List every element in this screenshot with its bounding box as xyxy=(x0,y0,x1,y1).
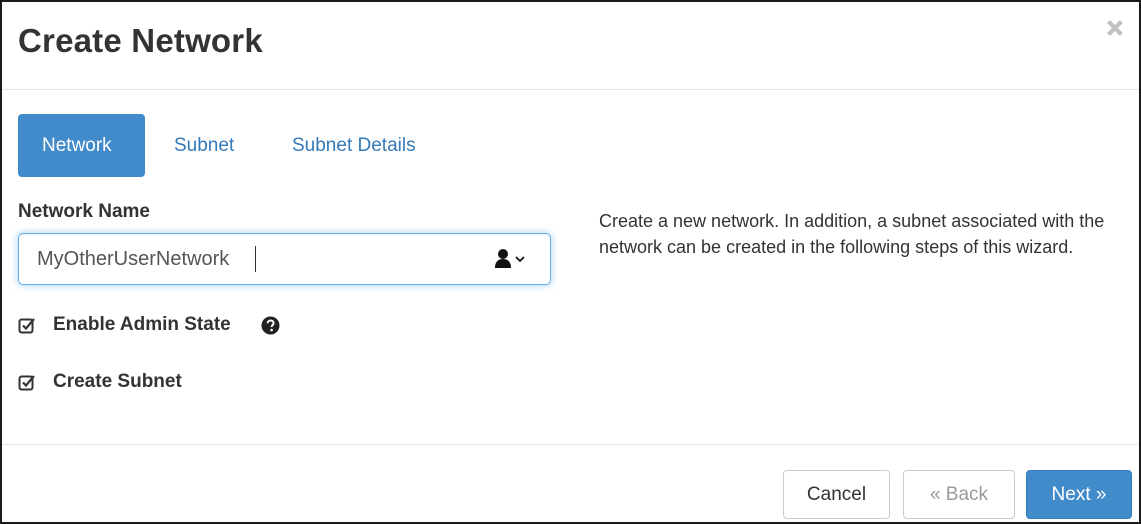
dialog-title: Create Network xyxy=(18,22,263,59)
network-name-label: Network Name xyxy=(18,201,150,222)
enable-admin-state-checkbox[interactable]: Enable Admin State xyxy=(18,314,298,338)
dialog-footer: Cancel « Back Next » xyxy=(2,444,1139,524)
tab-subnet-details[interactable]: Subnet Details xyxy=(268,114,440,177)
text-caret xyxy=(255,246,256,272)
checkbox-checked-icon xyxy=(18,316,37,335)
dialog-header: Create Network xyxy=(2,2,1139,90)
tab-subnet[interactable]: Subnet xyxy=(150,114,258,177)
checkbox-checked-icon xyxy=(18,373,37,392)
network-name-field xyxy=(18,233,551,285)
wizard-help-text: Create a new network. In addition, a sub… xyxy=(599,211,1105,257)
question-circle-icon[interactable] xyxy=(261,316,280,335)
user-icon[interactable] xyxy=(494,248,530,270)
cancel-button[interactable]: Cancel xyxy=(783,470,890,519)
create-subnet-label: Create Subnet xyxy=(53,371,182,392)
create-network-dialog: Create Network Network Subnet Subnet Det… xyxy=(0,0,1141,524)
enable-admin-state-label: Enable Admin State xyxy=(53,314,231,335)
network-name-input[interactable] xyxy=(37,244,477,274)
back-button[interactable]: « Back xyxy=(903,470,1015,519)
create-subnet-checkbox[interactable]: Create Subnet xyxy=(18,371,218,395)
next-button[interactable]: Next » xyxy=(1026,470,1132,519)
tab-network[interactable]: Network xyxy=(18,114,145,177)
close-icon[interactable] xyxy=(1103,16,1127,40)
